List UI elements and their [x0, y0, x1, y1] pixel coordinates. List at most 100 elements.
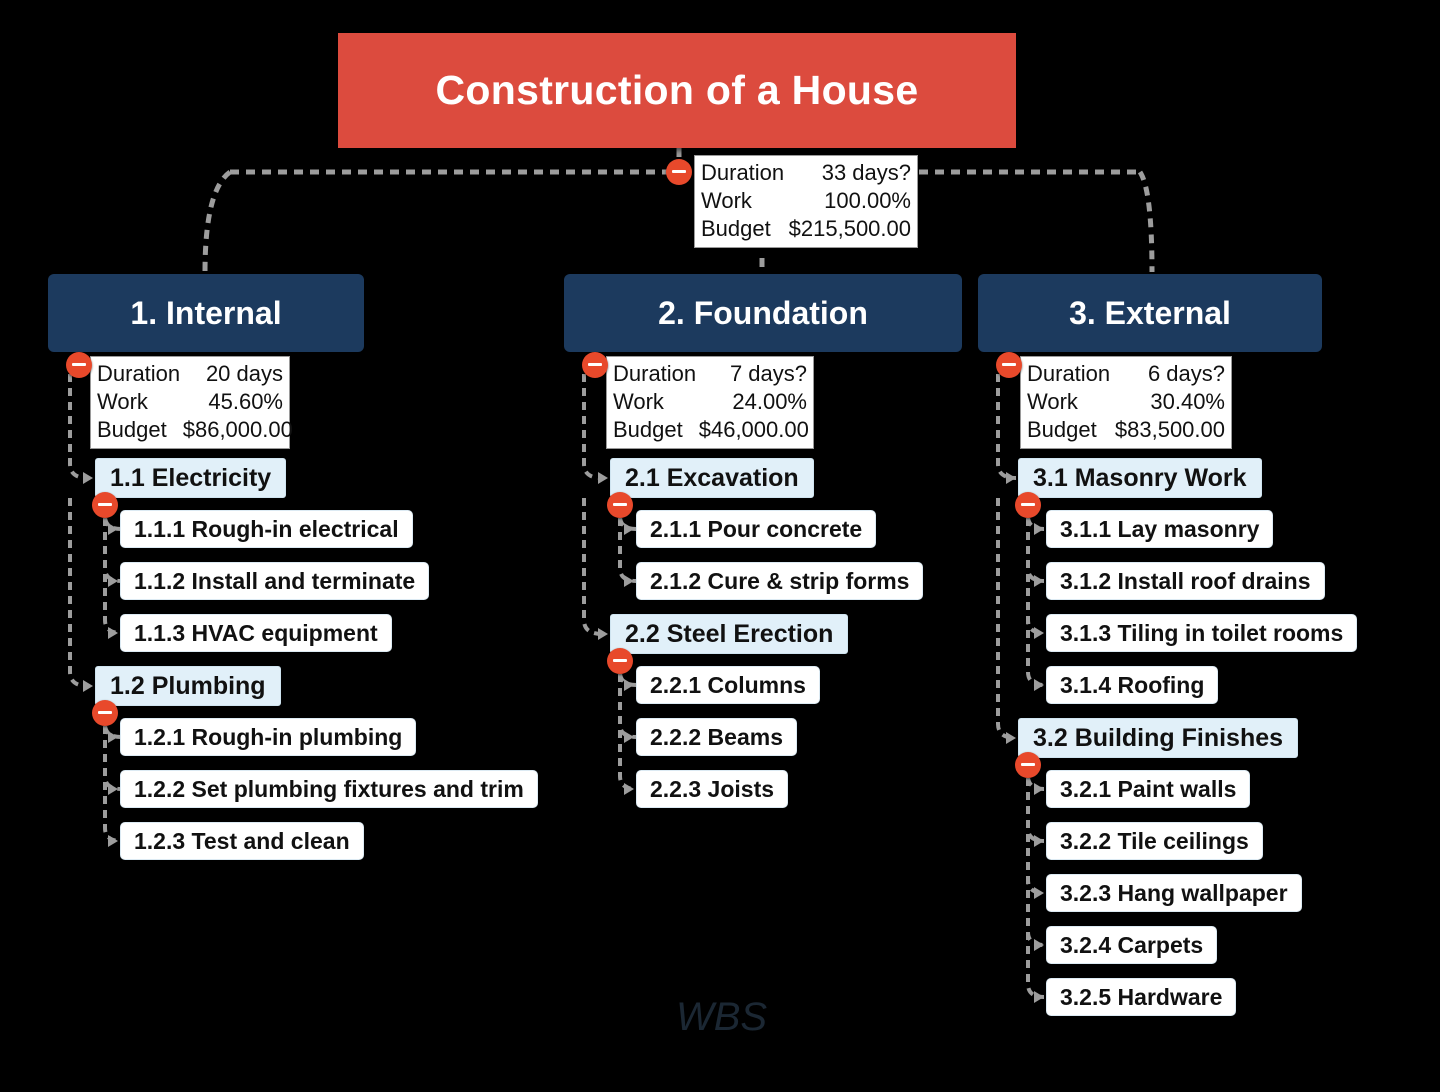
task-node-3-1-1[interactable]: 3.1.1 Lay masonry — [1046, 510, 1274, 548]
info-row-work: Work 45.60% — [97, 388, 283, 416]
info-value-duration: 6 days? — [1147, 361, 1225, 386]
task-node-2-1-1[interactable]: 2.1.1 Pour concrete — [636, 510, 877, 548]
info-label-work: Work — [701, 187, 752, 213]
group-collapse-handle-1-1[interactable] — [92, 492, 118, 518]
task-node-label: 2.1.2 Cure & strip forms — [650, 567, 910, 594]
info-label-work: Work — [613, 388, 664, 414]
info-label-duration: Duration — [701, 160, 785, 185]
group-node-label: 3.1 Masonry Work — [1033, 463, 1247, 492]
group-collapse-handle-3-1[interactable] — [1015, 492, 1041, 518]
branch-header-1[interactable]: 1. Internal — [48, 274, 364, 352]
task-node-label: 1.2.3 Test and clean — [134, 827, 350, 854]
info-value-duration: 20 days — [205, 361, 283, 386]
branch-header-label-2: 2. Foundation — [658, 294, 868, 331]
task-node-1-1-1[interactable]: 1.1.1 Rough-in electrical — [120, 510, 413, 548]
info-row-budget: Budget $83,500.00 — [1027, 416, 1225, 444]
group-collapse-handle-2-1[interactable] — [607, 492, 633, 518]
task-node-label: 3.2.1 Paint walls — [1060, 775, 1237, 802]
info-row-duration: Duration 7 days? — [613, 360, 807, 388]
task-node-3-1-3[interactable]: 3.1.3 Tiling in toilet rooms — [1046, 614, 1358, 652]
task-node-label: 3.2.5 Hardware — [1060, 983, 1223, 1010]
info-value-work: 24.00% — [732, 388, 807, 414]
branch-collapse-handle-2[interactable] — [582, 352, 608, 378]
branch-header-3[interactable]: 3. External — [978, 274, 1322, 352]
task-node-1-2-2[interactable]: 1.2.2 Set plumbing fixtures and trim — [120, 770, 538, 808]
info-label-work: Work — [97, 388, 148, 414]
task-node-2-1-2[interactable]: 2.1.2 Cure & strip forms — [636, 562, 924, 600]
info-label-budget: Budget — [701, 215, 771, 241]
group-collapse-handle-3-2[interactable] — [1015, 752, 1041, 778]
task-node-1-2-1[interactable]: 1.2.1 Rough-in plumbing — [120, 718, 417, 756]
info-row-duration: Duration 6 days? — [1027, 360, 1225, 388]
info-row-duration: Duration 20 days — [97, 360, 283, 388]
branch-collapse-handle-1[interactable] — [66, 352, 92, 378]
task-node-2-2-2[interactable]: 2.2.2 Beams — [636, 718, 797, 756]
info-row-duration: Duration 33 days? — [701, 159, 911, 187]
info-label-budget: Budget — [1027, 416, 1097, 442]
info-label-budget: Budget — [613, 416, 683, 442]
info-label-duration: Duration — [1027, 361, 1111, 386]
branch-info-box-2: Duration 7 days? Work 24.00% Budget $46,000.0… — [606, 356, 814, 449]
task-node-label: 2.1.1 Pour concrete — [650, 515, 863, 542]
task-node-2-2-3[interactable]: 2.2.3 Joists — [636, 770, 789, 808]
group-node-1-1[interactable]: 1.1 Electricity — [95, 458, 287, 498]
task-node-3-2-4[interactable]: 3.2.4 Carpets — [1046, 926, 1218, 964]
task-node-3-1-4[interactable]: 3.1.4 Roofing — [1046, 666, 1219, 704]
task-node-3-2-1[interactable]: 3.2.1 Paint walls — [1046, 770, 1251, 808]
group-node-label: 2.2 Steel Erection — [625, 619, 834, 648]
branch-info-box-3: Duration 6 days? Work 30.40% Budget $83,500.0… — [1020, 356, 1232, 449]
group-node-2-2[interactable]: 2.2 Steel Erection — [610, 614, 849, 654]
info-value-work: 100.00% — [824, 187, 911, 213]
info-value-budget: $83,500.00 — [1114, 416, 1225, 442]
wbs-diagram-canvas: Construction of a House Duration 33 days… — [0, 0, 1440, 1092]
info-label-budget: Budget — [97, 416, 167, 442]
task-node-3-1-2[interactable]: 3.1.2 Install roof drains — [1046, 562, 1325, 600]
task-node-label: 2.2.3 Joists — [650, 775, 775, 802]
task-node-3-2-5[interactable]: 3.2.5 Hardware — [1046, 978, 1237, 1016]
root-info-box: Duration 33 days? Work 100.00% Budget $2… — [694, 155, 918, 248]
group-node-label: 2.1 Excavation — [625, 463, 799, 492]
group-collapse-handle-2-2[interactable] — [607, 648, 633, 674]
task-node-2-2-1[interactable]: 2.2.1 Columns — [636, 666, 820, 704]
task-node-label: 3.2.3 Hang wallpaper — [1060, 879, 1288, 906]
task-node-1-2-3[interactable]: 1.2.3 Test and clean — [120, 822, 364, 860]
task-node-label: 1.1.2 Install and terminate — [134, 567, 416, 594]
task-node-label: 1.2.2 Set plumbing fixtures and trim — [134, 775, 524, 802]
info-value-budget: $46,000.00 — [698, 416, 809, 442]
branch-info-box-1: Duration 20 days Work 45.60% Budget $86,000.0… — [90, 356, 293, 449]
root-node[interactable]: Construction of a House — [338, 33, 1016, 148]
wbs-watermark: WBS — [676, 995, 768, 1039]
group-node-label: 1.1 Electricity — [110, 463, 272, 492]
task-node-label: 3.1.3 Tiling in toilet rooms — [1060, 619, 1344, 646]
info-row-work: Work 30.40% — [1027, 388, 1225, 416]
task-node-1-1-3[interactable]: 1.1.3 HVAC equipment — [120, 614, 392, 652]
task-node-label: 3.1.1 Lay masonry — [1060, 515, 1260, 542]
task-node-1-1-2[interactable]: 1.1.2 Install and terminate — [120, 562, 430, 600]
group-node-label: 3.2 Building Finishes — [1033, 723, 1284, 752]
task-node-3-2-3[interactable]: 3.2.3 Hang wallpaper — [1046, 874, 1302, 912]
group-node-3-1[interactable]: 3.1 Masonry Work — [1018, 458, 1262, 498]
info-row-budget: Budget $46,000.00 — [613, 416, 809, 444]
info-row-budget: Budget $215,500.00 — [701, 215, 911, 243]
info-value-work: 45.60% — [208, 388, 283, 414]
branch-header-label-1: 1. Internal — [130, 294, 282, 331]
root-collapse-handle[interactable] — [666, 159, 692, 185]
task-node-label: 1.2.1 Rough-in plumbing — [134, 723, 403, 750]
task-node-3-2-2[interactable]: 3.2.2 Tile ceilings — [1046, 822, 1263, 860]
branch-header-2[interactable]: 2. Foundation — [564, 274, 962, 352]
info-label-duration: Duration — [613, 361, 697, 386]
task-node-label: 3.2.4 Carpets — [1060, 931, 1204, 958]
info-value-budget: $215,500.00 — [788, 215, 911, 241]
group-node-2-1[interactable]: 2.1 Excavation — [610, 458, 814, 498]
task-node-label: 1.1.1 Rough-in electrical — [134, 515, 399, 542]
task-node-label: 3.2.2 Tile ceilings — [1060, 827, 1249, 854]
info-row-budget: Budget $86,000.00 — [97, 416, 293, 444]
task-node-label: 3.1.2 Install roof drains — [1060, 567, 1311, 594]
task-node-label: 2.2.1 Columns — [650, 671, 806, 698]
info-value-duration: 7 days? — [729, 361, 807, 386]
group-node-1-2[interactable]: 1.2 Plumbing — [95, 666, 281, 706]
group-collapse-handle-1-2[interactable] — [92, 700, 118, 726]
branch-collapse-handle-3[interactable] — [996, 352, 1022, 378]
info-label-work: Work — [1027, 388, 1078, 414]
group-node-3-2[interactable]: 3.2 Building Finishes — [1018, 718, 1299, 758]
